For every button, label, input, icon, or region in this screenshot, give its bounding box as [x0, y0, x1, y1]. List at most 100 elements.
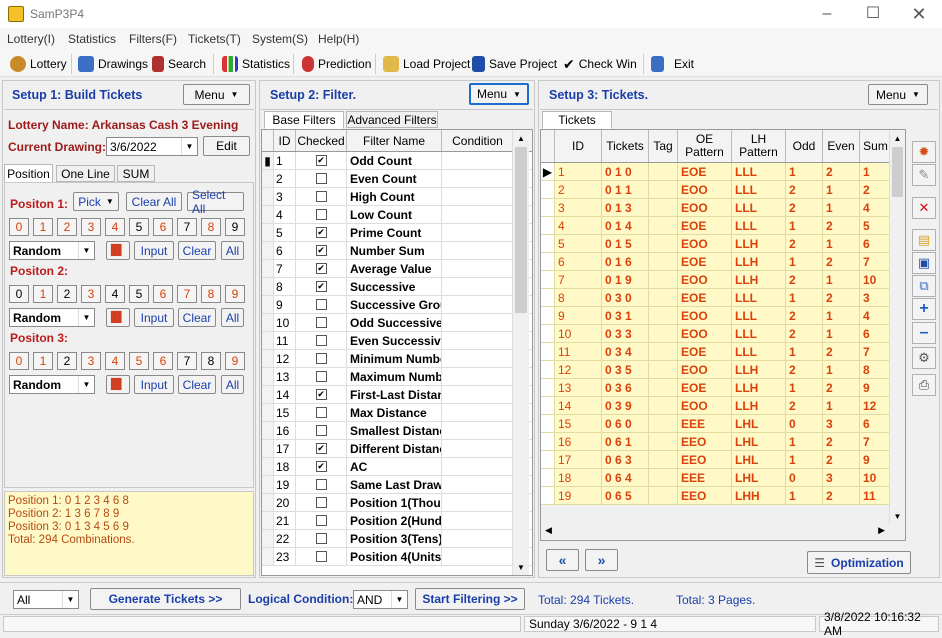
menu-lottery[interactable]: Lottery(I) [7, 32, 55, 46]
add-ticket-icon[interactable]: ✹ [912, 141, 936, 163]
ticket-row[interactable]: 70 1 9 EOO LLH 2 1 10 [541, 271, 905, 289]
row-selector[interactable] [262, 170, 274, 187]
filter-checkbox[interactable] [315, 191, 327, 202]
filter-checkbox[interactable] [315, 515, 327, 526]
position-3-all-button[interactable]: All [221, 375, 244, 394]
position-2-digit-4[interactable]: 4 [105, 285, 125, 303]
position-1-digit-7[interactable]: 7 [177, 218, 197, 236]
position-3-digit-1[interactable]: 1 [33, 352, 53, 370]
filter-checkbox[interactable] [315, 533, 327, 544]
scroll-down-icon[interactable]: ▼ [513, 563, 529, 572]
tab-tickets[interactable]: Tickets [542, 111, 612, 129]
row-selector[interactable] [262, 404, 274, 421]
row-selector[interactable] [541, 361, 555, 378]
ticket-row[interactable]: 14 0 3 9 EOO LLH 2 1 12 [541, 397, 905, 415]
filter-row[interactable]: 15 Max Distance [262, 404, 532, 422]
setup2-menu-button[interactable]: Menu ▼ [469, 83, 529, 105]
minimize-icon[interactable]: – [804, 0, 850, 28]
row-selector[interactable] [262, 278, 274, 295]
ticket-row[interactable]: 12 0 3 5 EOO LLH 2 1 8 [541, 361, 905, 379]
filter-condition[interactable] [442, 530, 514, 547]
position-2-all-button[interactable]: All [221, 308, 244, 327]
scroll-up-icon[interactable]: ▲ [890, 134, 905, 143]
filter-row[interactable]: 3 High Count [262, 188, 532, 206]
column-header-lh-pattern[interactable]: LH Pattern [732, 130, 786, 162]
filter-checkbox-cell[interactable] [296, 530, 347, 547]
position-2-clear-button[interactable]: Clear [178, 308, 216, 327]
row-selector[interactable] [262, 188, 274, 205]
column-header-id[interactable]: ID [274, 130, 296, 151]
position-1-digit-9[interactable]: 9 [225, 218, 245, 236]
scroll-down-icon[interactable]: ▼ [890, 512, 905, 521]
position-3-digit-3[interactable]: 3 [81, 352, 101, 370]
pick-button[interactable]: Pick ▼ [73, 192, 119, 211]
filter-row[interactable]: 5 ✔ Prime Count [262, 224, 532, 242]
filter-condition[interactable] [442, 404, 514, 421]
filter-checkbox-cell[interactable]: ✔ [296, 152, 347, 169]
filter-row[interactable]: 17 ✔ Different Distanc [262, 440, 532, 458]
filter-checkbox[interactable] [315, 335, 327, 346]
row-selector[interactable] [541, 397, 555, 414]
ticket-row[interactable]: 80 3 0 EOE LLL 1 2 3 [541, 289, 905, 307]
filter-condition[interactable] [442, 350, 514, 367]
filter-checkbox-cell[interactable] [296, 512, 347, 529]
exit-button[interactable]: Exit [651, 53, 694, 75]
filter-checkbox[interactable] [315, 209, 327, 220]
filter-checkbox-cell[interactable]: ✔ [296, 260, 347, 277]
filter-condition[interactable] [442, 170, 514, 187]
ticket-row[interactable]: ▶ 1 0 1 0 EOE LLL 1 2 1 [541, 163, 905, 181]
filter-condition[interactable] [442, 494, 514, 511]
filter-row[interactable]: 18 ✔ AC [262, 458, 532, 476]
filter-checkbox[interactable]: ✔ [315, 263, 327, 274]
scope-select[interactable]: All ▼ [13, 590, 79, 609]
filter-row[interactable]: 9 Successive Grou [262, 296, 532, 314]
row-selector[interactable] [541, 181, 555, 198]
position-2-digit-6[interactable]: 6 [153, 285, 173, 303]
lottery-button[interactable]: Lottery [10, 53, 67, 75]
filter-row[interactable]: ▮ 1 ✔ Odd Count [262, 152, 532, 170]
filter-condition[interactable] [442, 368, 514, 385]
filter-condition[interactable] [442, 386, 514, 403]
filter-row[interactable]: 23 Position 4(Units) [262, 548, 532, 566]
menu-filters[interactable]: Filters(F) [129, 32, 177, 46]
filter-condition[interactable] [442, 422, 514, 439]
row-selector[interactable] [262, 494, 274, 511]
row-selector[interactable] [541, 271, 555, 288]
row-selector[interactable] [541, 199, 555, 216]
position-3-digit-8[interactable]: 8 [201, 352, 221, 370]
close-icon[interactable]: ✕ [896, 0, 942, 28]
filter-checkbox[interactable] [315, 371, 327, 382]
row-selector[interactable] [262, 260, 274, 277]
column-header-checked[interactable]: Checked [296, 130, 347, 151]
save-icon[interactable]: ▣ [912, 252, 936, 274]
filter-checkbox-cell[interactable] [296, 188, 347, 205]
column-header-condition[interactable]: Condition [442, 130, 514, 151]
filter-row[interactable]: 14 ✔ First-Last Distan [262, 386, 532, 404]
menu-help[interactable]: Help(H) [318, 32, 359, 46]
position-1-digit-0[interactable]: 0 [9, 218, 29, 236]
tickets-grid-hscrollbar[interactable]: ◀ ▶ [541, 524, 889, 540]
filter-row[interactable]: 21 Position 2(Hund [262, 512, 532, 530]
filter-checkbox-cell[interactable] [296, 350, 347, 367]
filter-checkbox[interactable] [315, 407, 327, 418]
filter-condition[interactable] [442, 440, 514, 457]
ticket-row[interactable]: 18 0 6 4 EEE LHL 0 3 10 [541, 469, 905, 487]
plus-icon[interactable]: + [912, 298, 936, 320]
position-3-digit-6[interactable]: 6 [153, 352, 173, 370]
tools-icon[interactable]: ⚙ [912, 347, 936, 369]
filter-condition[interactable] [442, 512, 514, 529]
copy-icon[interactable]: ⧉ [912, 275, 936, 297]
row-selector[interactable] [541, 469, 555, 486]
column-header-filter-name[interactable]: Filter Name [347, 130, 442, 151]
row-selector[interactable] [541, 415, 555, 432]
filter-checkbox[interactable]: ✔ [315, 389, 327, 400]
next-page-icon[interactable]: » [585, 549, 618, 571]
row-selector[interactable] [541, 343, 555, 360]
drawings-button[interactable]: Drawings [78, 53, 148, 75]
ticket-row[interactable]: 13 0 3 6 EOE LLH 1 2 9 [541, 379, 905, 397]
filter-checkbox-cell[interactable]: ✔ [296, 386, 347, 403]
row-selector[interactable] [262, 224, 274, 241]
filter-row[interactable]: 20 Position 1(Thous [262, 494, 532, 512]
position-3-mode-select[interactable]: Random ▼ [9, 375, 95, 394]
delete-ticket-icon[interactable]: ✕ [912, 197, 936, 219]
